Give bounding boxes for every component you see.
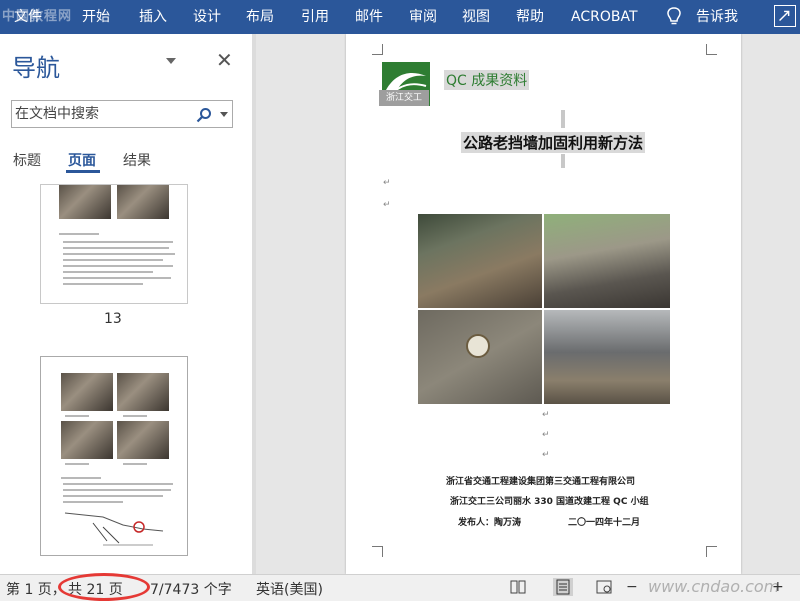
tab-design[interactable]: 设计 (193, 8, 221, 26)
site-watermark: www.cndao.com (648, 577, 780, 596)
margin-corner-mark (372, 546, 383, 557)
web-layout-icon[interactable] (596, 580, 612, 594)
chevron-down-icon[interactable] (166, 58, 176, 64)
paragraph-mark: ↵ (542, 430, 550, 440)
paragraph-mark: ↵ (542, 450, 550, 460)
highlight-annotation (58, 573, 150, 601)
tab-pages[interactable]: 页面 (68, 150, 96, 170)
paragraph-mark: ↵ (383, 200, 391, 210)
page-indicator[interactable]: 第 1 页， (6, 579, 66, 599)
tab-references[interactable]: 引用 (301, 8, 329, 26)
margin-corner-mark (372, 44, 383, 55)
tab-help[interactable]: 帮助 (516, 8, 544, 26)
company-name-line: 浙江省交通工程建设集团第三交通工程有限公司 (446, 477, 636, 487)
print-layout-icon[interactable] (553, 578, 573, 596)
status-bar: 第 1 页， 共 21 页 7/7473 个字 英语(美国) − www.cnd… (0, 573, 800, 601)
publisher-line: 发布人：陶万涛 (458, 518, 522, 528)
word-count[interactable]: 7/7473 个字 (150, 579, 232, 599)
page-thumbnail-13[interactable] (40, 184, 188, 304)
date-line: 二〇一四年十二月 (568, 518, 641, 528)
tab-home[interactable]: 开始 (82, 8, 110, 26)
tab-mailings[interactable]: 邮件 (355, 8, 383, 26)
paragraph-mark: ↵ (542, 410, 550, 420)
thumbnail-photo (59, 185, 111, 219)
margin-corner-mark (706, 546, 717, 557)
lightbulb-icon[interactable] (665, 7, 683, 27)
tab-acrobat[interactable]: ACROBAT (571, 8, 638, 26)
share-icon[interactable] (774, 5, 796, 27)
read-mode-icon[interactable] (510, 580, 526, 594)
page-thumbnail-label: 13 (104, 311, 122, 327)
active-tab-indicator (66, 170, 100, 173)
tab-file[interactable]: 文件 (14, 8, 42, 26)
logo-caption: 浙江交工 (379, 90, 429, 106)
zoom-in-button[interactable]: + (772, 579, 784, 595)
tab-insert[interactable]: 插入 (139, 8, 167, 26)
search-box[interactable] (11, 100, 233, 128)
tell-me-button[interactable]: 告诉我 (696, 8, 738, 26)
qc-group-line: 浙江交工三公司丽水 330 国道改建工程 QC 小组 (450, 497, 649, 507)
tab-review[interactable]: 审阅 (409, 8, 437, 26)
search-input[interactable] (15, 104, 185, 124)
document-title: 公路老挡墙加固利用新方法 (461, 132, 646, 153)
nav-pane-title: 导航 (12, 54, 60, 82)
search-options-caret-icon[interactable] (220, 112, 228, 117)
qc-heading: QC 成果资料 (444, 70, 530, 90)
paragraph-mark: ↵ (383, 178, 391, 188)
thumbnail-photo (117, 185, 169, 219)
language-indicator[interactable]: 英语(美国) (256, 579, 323, 599)
tab-results[interactable]: 结果 (123, 150, 151, 170)
site-photo[interactable] (418, 214, 542, 308)
margin-corner-mark (706, 44, 717, 55)
site-photo[interactable] (544, 310, 670, 404)
document-page[interactable]: 浙江交工 QC 成果资料 公路老挡墙加固利用新方法 ↵ ↵ ↵ ↵ ↵ 浙江省交… (346, 34, 741, 574)
tab-view[interactable]: 视图 (462, 8, 490, 26)
zoom-out-button[interactable]: − (626, 579, 638, 595)
close-icon[interactable]: ✕ (216, 48, 233, 72)
navigation-pane: 导航 ✕ 标题 页面 结果 13 (0, 34, 253, 574)
site-photo[interactable] (418, 310, 542, 404)
tab-layout[interactable]: 布局 (246, 8, 274, 26)
tab-headings[interactable]: 标题 (13, 150, 41, 170)
search-icon[interactable] (196, 107, 212, 123)
document-canvas: 浙江交工 QC 成果资料 公路老挡墙加固利用新方法 ↵ ↵ ↵ ↵ ↵ 浙江省交… (256, 34, 800, 574)
page-thumbnail-14[interactable] (40, 356, 188, 556)
thumbnail-diagram (64, 512, 164, 546)
site-photo[interactable] (544, 214, 670, 308)
ribbon-tab-bar: 中国教程网 文件 开始 插入 设计 布局 引用 邮件 审阅 视图 帮助 ACRO… (0, 0, 800, 34)
